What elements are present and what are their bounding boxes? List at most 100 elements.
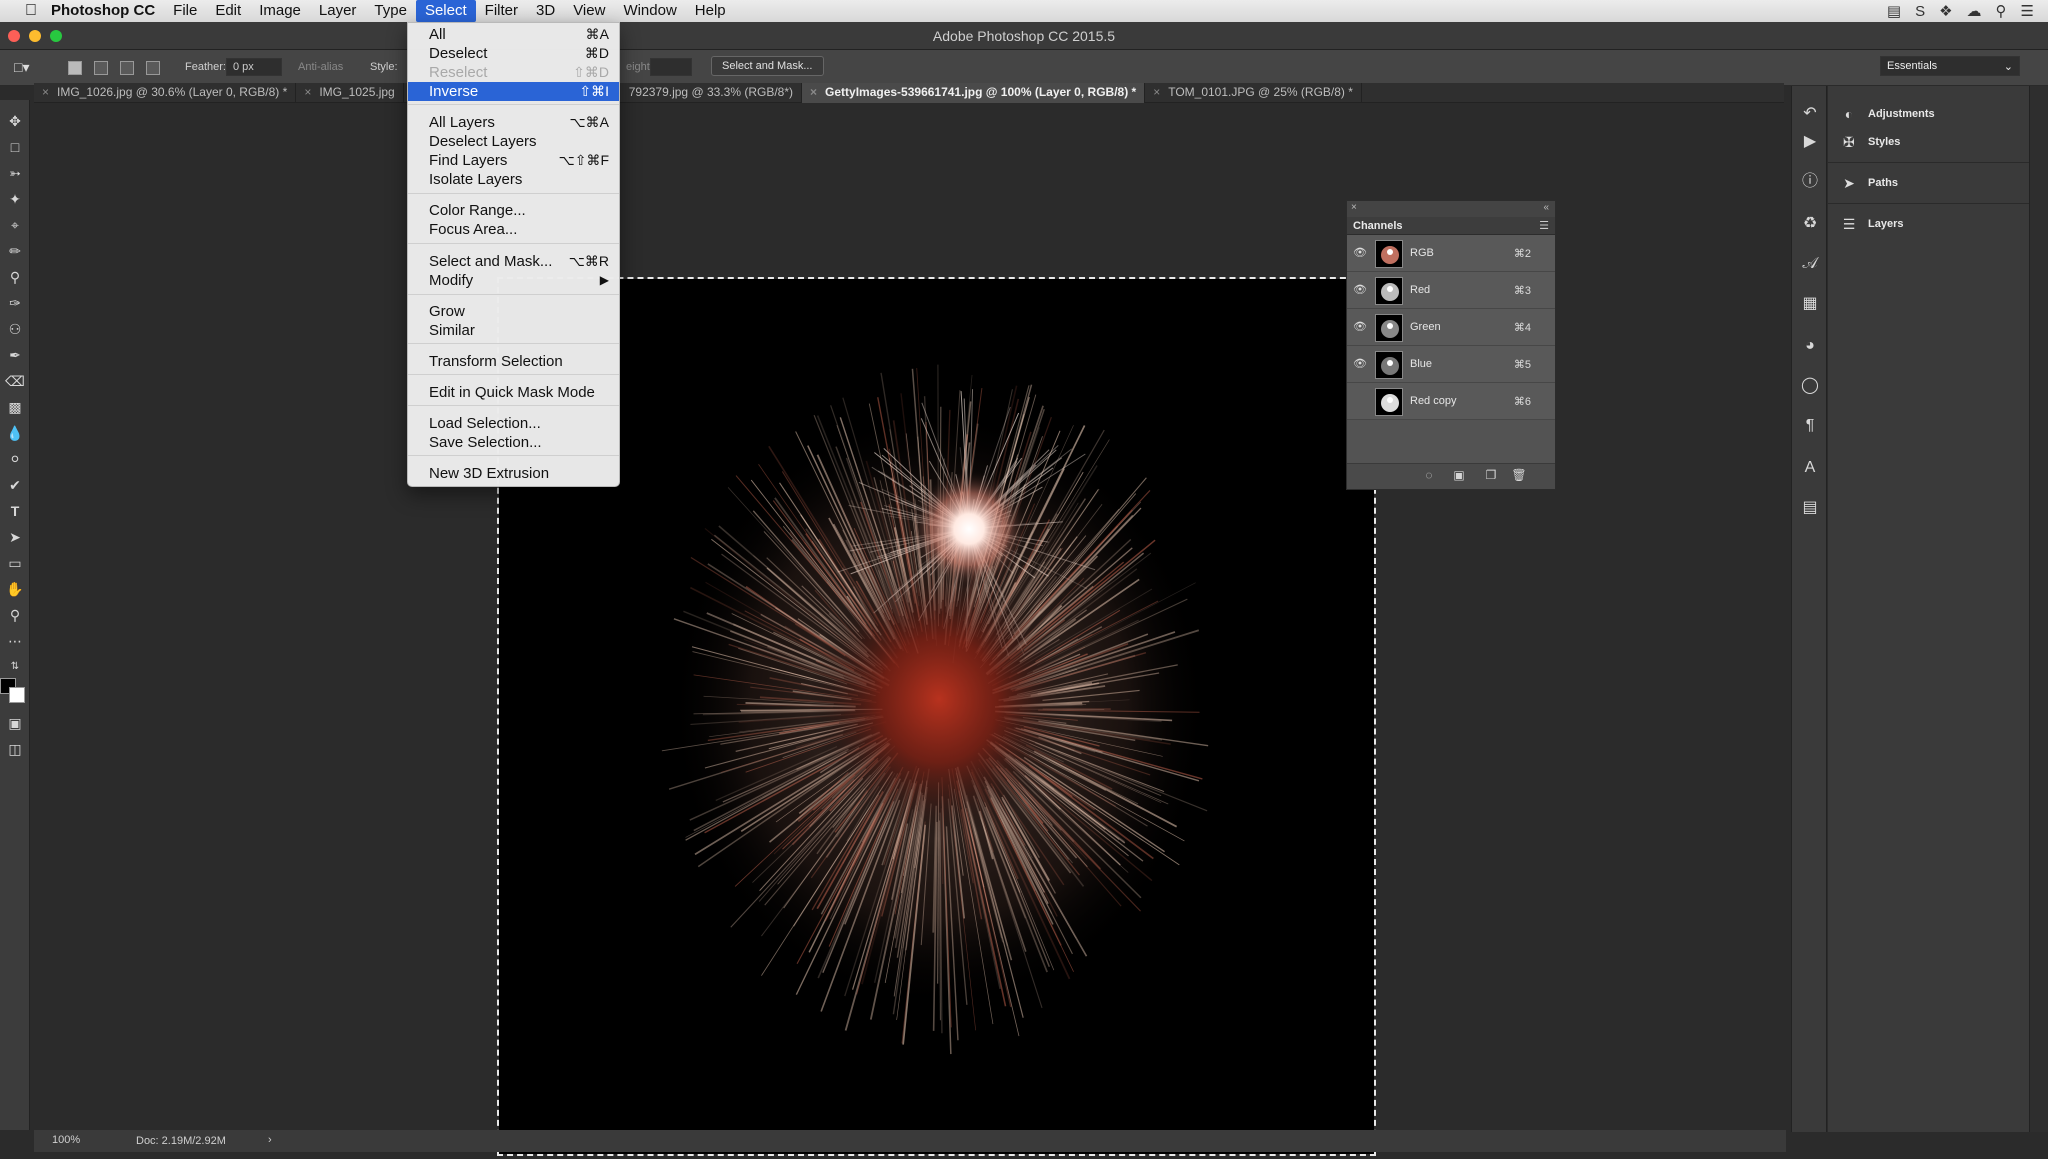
info-icon[interactable]: ⓘ xyxy=(1798,170,1822,194)
gradient-tool-icon[interactable]: ▩ xyxy=(4,396,26,418)
feather-input[interactable]: 0 px xyxy=(226,58,282,76)
menu-item-grow[interactable]: Grow xyxy=(408,302,619,321)
intersect-selection-icon[interactable] xyxy=(146,61,160,75)
eraser-tool-icon[interactable]: ⌫ xyxy=(4,370,26,392)
menu-item-all-layers[interactable]: All Layers⌥⌘A xyxy=(408,113,619,132)
save-selection-channel-icon[interactable]: ▣ xyxy=(1451,468,1467,484)
menu-item-save-selection[interactable]: Save Selection... xyxy=(408,433,619,452)
layers-panel-tab[interactable]: ☰ Layers xyxy=(1840,214,1903,234)
channel-row-rgb[interactable]: 👁 RGB ⌘2 xyxy=(1347,235,1555,272)
menu-item-load-selection[interactable]: Load Selection... xyxy=(408,414,619,433)
channel-row-blue[interactable]: 👁 Blue ⌘5 xyxy=(1347,346,1555,383)
3d-icon[interactable]: ◕ xyxy=(1798,334,1822,358)
document-canvas[interactable] xyxy=(499,279,1374,1154)
menu-item-find-layers[interactable]: Find Layers⌥⇧⌘F xyxy=(408,151,619,170)
menu-item-new-3d-extrusion[interactable]: New 3D Extrusion xyxy=(408,464,619,483)
glyphs-icon[interactable]: 𝒜 xyxy=(1798,252,1822,276)
eyedropper-tool-icon[interactable]: ✏ xyxy=(4,240,26,262)
menu-file[interactable]: File xyxy=(164,0,206,22)
subtract-selection-icon[interactable] xyxy=(120,61,134,75)
menu-layer[interactable]: Layer xyxy=(310,0,366,22)
document-tab[interactable]: ×IMG_1025.jpg xyxy=(296,83,403,103)
workspace-dropdown[interactable]: Essentials ⌄ xyxy=(1880,56,2020,76)
dropbox-icon[interactable]: ❖ xyxy=(1939,2,1952,20)
menu-select[interactable]: Select xyxy=(416,0,476,22)
screen-mode-icon[interactable]: ◫ xyxy=(4,738,26,760)
libraries-icon[interactable]: ◯ xyxy=(1798,374,1822,398)
visibility-eye-icon[interactable]: 👁 xyxy=(1353,357,1367,371)
more-tools-icon[interactable]: ⋯ xyxy=(4,630,26,652)
menu-item-all[interactable]: All⌘A xyxy=(408,25,619,44)
brush-tool-icon[interactable]: ✑ xyxy=(4,292,26,314)
menu-item-modify[interactable]: Modify▶ xyxy=(408,271,619,290)
actions-play-icon[interactable]: ▶ xyxy=(1798,130,1822,154)
skype-icon[interactable]: S xyxy=(1915,3,1925,20)
select-and-mask-button[interactable]: Select and Mask... xyxy=(711,56,824,76)
menu-window[interactable]: Window xyxy=(614,0,685,22)
menu-item-transform-selection[interactable]: Transform Selection xyxy=(408,352,619,371)
document-tab[interactable]: ×TOM_0101.JPG @ 25% (RGB/8) * xyxy=(1145,83,1362,103)
history-brush-tool-icon[interactable]: ✒ xyxy=(4,344,26,366)
adjustments-panel-tab[interactable]: ◐ Adjustments xyxy=(1840,104,1935,124)
menu-edit[interactable]: Edit xyxy=(206,0,250,22)
visibility-toggle[interactable]: 👁 xyxy=(1353,394,1367,408)
height-input[interactable] xyxy=(650,58,692,76)
clone-source-icon[interactable]: ♻ xyxy=(1798,212,1822,236)
type-tool-icon[interactable]: T xyxy=(4,500,26,522)
menu-type[interactable]: Type xyxy=(365,0,416,22)
character-icon[interactable]: A xyxy=(1798,456,1822,480)
menu-3d[interactable]: 3D xyxy=(527,0,564,22)
antialias-checkbox[interactable]: Anti-alias xyxy=(298,61,343,73)
add-selection-icon[interactable] xyxy=(94,61,108,75)
document-tab[interactable]: ×IMG_1026.jpg @ 30.6% (Layer 0, RGB/8) * xyxy=(34,83,296,103)
creative-cloud-icon[interactable]: ☁ xyxy=(1967,2,1982,20)
close-panel-icon[interactable]: × xyxy=(1351,202,1357,213)
zoom-tool-icon[interactable]: ⚲ xyxy=(4,604,26,626)
load-channel-selection-icon[interactable]: ◌ xyxy=(1421,468,1437,484)
menu-filter[interactable]: Filter xyxy=(476,0,527,22)
collapse-panel-icon[interactable]: « xyxy=(1543,202,1549,213)
new-channel-icon[interactable]: ❐ xyxy=(1483,468,1499,484)
close-tab-icon[interactable]: × xyxy=(304,85,311,99)
channel-row-green[interactable]: 👁 Green ⌘4 xyxy=(1347,309,1555,346)
menu-item-focus-area[interactable]: Focus Area... xyxy=(408,220,619,239)
hand-tool-icon[interactable]: ✋ xyxy=(4,578,26,600)
crop-tool-icon[interactable]: ⌖ xyxy=(4,214,26,236)
zoom-level[interactable]: 100% xyxy=(52,1134,80,1146)
menu-item-color-range[interactable]: Color Range... xyxy=(408,201,619,220)
menu-item-inverse[interactable]: Inverse⇧⌘I xyxy=(408,82,619,101)
menu-view[interactable]: View xyxy=(564,0,614,22)
paths-panel-tab[interactable]: ➤ Paths xyxy=(1840,173,1898,193)
marquee-tool-icon[interactable]: □ xyxy=(4,136,26,158)
close-tab-icon[interactable]: × xyxy=(1153,85,1160,99)
close-tab-icon[interactable]: × xyxy=(810,85,817,99)
notification-center-icon[interactable]: ☰ xyxy=(2021,2,2034,20)
menu-image[interactable]: Image xyxy=(250,0,310,22)
menu-item-deselect[interactable]: Deselect⌘D xyxy=(408,44,619,63)
menu-item-similar[interactable]: Similar xyxy=(408,321,619,340)
dodge-tool-icon[interactable]: ⚪ xyxy=(4,448,26,470)
quick-selection-tool-icon[interactable]: ✦ xyxy=(4,188,26,210)
delete-channel-icon[interactable]: 🗑 xyxy=(1511,468,1527,484)
pen-tool-icon[interactable]: ✔ xyxy=(4,474,26,496)
move-tool-icon[interactable]: ✥ xyxy=(4,110,26,132)
channels-tab[interactable]: Channels ☰ xyxy=(1347,217,1555,235)
visibility-eye-icon[interactable]: 👁 xyxy=(1353,320,1367,334)
paragraph-icon[interactable]: ¶ xyxy=(1798,414,1822,438)
blur-tool-icon[interactable]: 💧 xyxy=(4,422,26,444)
path-selection-tool-icon[interactable]: ➤ xyxy=(4,526,26,548)
tool-presets-icon[interactable]: ▤ xyxy=(1798,496,1822,520)
panel-header[interactable]: × « xyxy=(1347,201,1555,217)
table-icon[interactable]: ▦ xyxy=(1798,292,1822,316)
lasso-tool-icon[interactable]: ➳ xyxy=(4,162,26,184)
close-tab-icon[interactable]: × xyxy=(42,85,49,99)
rectangle-tool-icon[interactable]: ▭ xyxy=(4,552,26,574)
menu-item-quick-mask[interactable]: Edit in Quick Mask Mode xyxy=(408,383,619,402)
swap-colors-icon[interactable]: ⇅ xyxy=(4,656,26,678)
menu-item-deselect-layers[interactable]: Deselect Layers xyxy=(408,132,619,151)
quick-mask-icon[interactable]: ▣ xyxy=(4,712,26,734)
channel-row-red-copy[interactable]: 👁 Red copy ⌘6 xyxy=(1347,383,1555,420)
visibility-eye-icon[interactable]: 👁 xyxy=(1353,246,1367,260)
menu-app-name[interactable]: Photoshop CC xyxy=(42,0,164,22)
healing-brush-tool-icon[interactable]: ⚲ xyxy=(4,266,26,288)
